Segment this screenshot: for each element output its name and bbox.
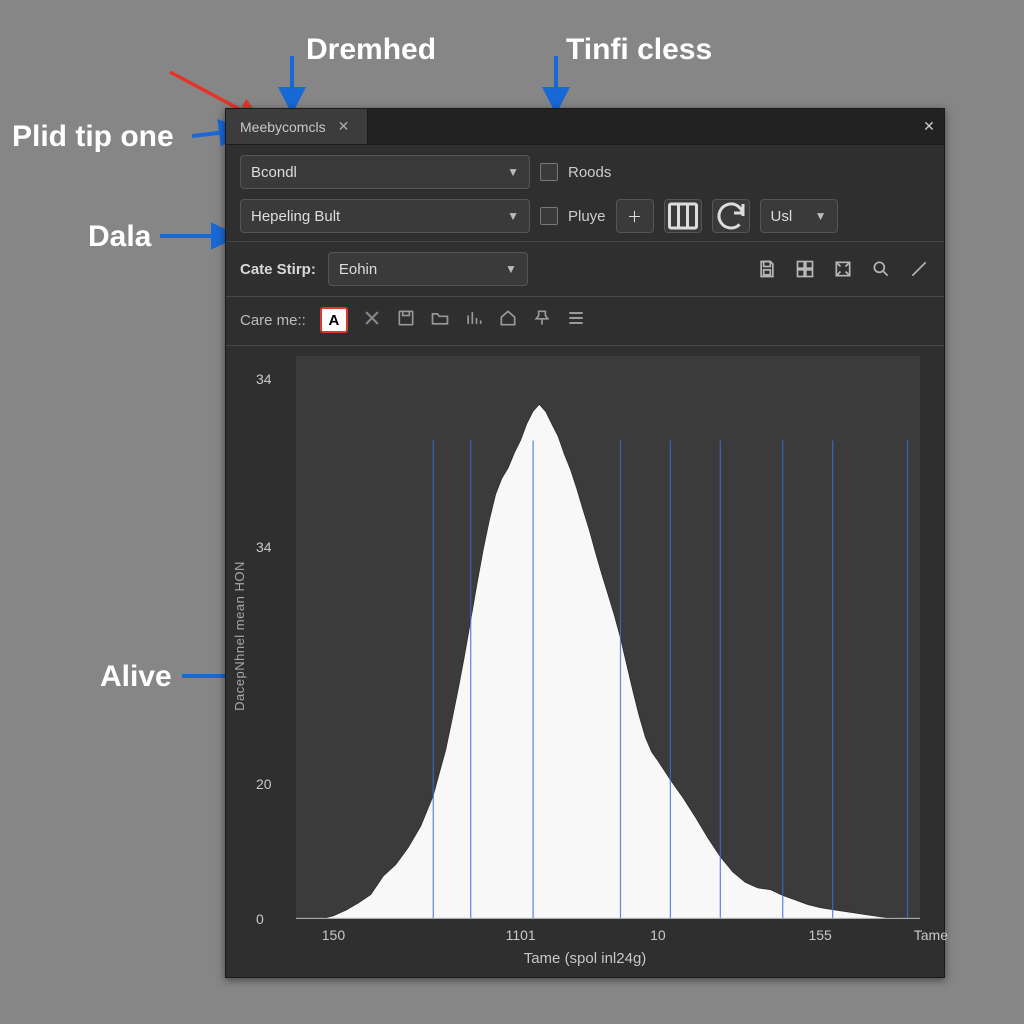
chevron-down-icon: ▼ [815,209,827,223]
search-icon[interactable] [870,258,892,280]
disk-icon[interactable] [396,308,416,333]
select-hepeling[interactable]: Hepeling Bult ▼ [240,199,530,233]
checkbox-pluye-label: Pluye [568,208,606,225]
swatch-a-button[interactable]: A [320,307,348,333]
chart-canvas[interactable] [296,356,920,919]
chevron-down-icon: ▼ [507,165,519,179]
callout-plid: Plid tip one [12,120,174,154]
toolbar-careme: Care me:: A [226,297,944,346]
x-tick: 1101 [506,927,536,943]
label-careme: Care me:: [240,312,306,329]
save-icon[interactable] [756,258,778,280]
chevron-down-icon: ▼ [507,209,519,223]
tab-main[interactable]: Meebycomcls ✕ [226,109,368,144]
toolbar-top: Bcondl ▼ Roods Hepeling Bult ▼ Pluye ＋ U… [226,145,944,242]
select-usl[interactable]: Usl ▼ [760,199,838,233]
tab-label: Meebycomcls [240,119,326,135]
expand-icon[interactable] [832,258,854,280]
select-bcondl-value: Bcondl [251,164,297,181]
home-icon[interactable] [498,308,518,333]
chevron-down-icon: ▼ [505,262,517,276]
add-button[interactable]: ＋ [616,199,654,233]
y-tick: 34 [256,371,272,387]
y-axis-label: DacepNhnel mean HON [232,561,247,711]
label-catestirp: Cate Stirp: [240,261,316,278]
toolbar-catestirp: Cate Stirp: Eohin ▼ [226,242,944,297]
y-tick: 34 [256,539,272,555]
x-tick: 10 [650,927,666,943]
refresh-button[interactable] [712,199,750,233]
list-icon[interactable] [566,308,586,333]
select-usl-value: Usl [771,208,793,225]
checkbox-roods-label: Roods [568,164,611,181]
panel-window: Meebycomcls ✕ ✕ Bcondl ▼ Roods Hepeling … [225,108,945,978]
chart-area: DacepNhnel mean HON 0 20 34 34 150 1101 … [226,346,944,977]
pin-icon[interactable] [532,308,552,333]
y-tick: 0 [256,911,264,927]
checkbox-pluye[interactable] [540,207,558,225]
select-eohin[interactable]: Eohin ▼ [328,252,528,286]
grid-icon[interactable] [794,258,816,280]
callout-tinfi: Tinfi cless [566,33,712,67]
edit-icon[interactable] [908,258,930,280]
tab-close-icon[interactable]: ✕ [338,118,350,135]
folder-icon[interactable] [430,308,450,333]
select-bcondl[interactable]: Bcondl ▼ [240,155,530,189]
callout-dremhed: Dremhed [306,33,436,67]
callout-alive: Alive [100,660,172,694]
columns-button[interactable] [664,199,702,233]
window-close-icon[interactable]: ✕ [914,109,944,144]
select-hepeling-value: Hepeling Bult [251,208,340,225]
y-tick: 20 [256,776,272,792]
bars-icon[interactable] [464,308,484,333]
clear-icon[interactable] [362,308,382,333]
x-tick: 155 [808,927,831,943]
titlebar: Meebycomcls ✕ ✕ [226,109,944,145]
callout-dala: Dala [88,220,151,254]
select-eohin-value: Eohin [339,261,377,278]
x-tick-right: Tame [914,927,948,943]
x-tick: 150 [322,927,345,943]
x-axis-label: Tame (spol inl24g) [524,950,647,967]
checkbox-roods[interactable] [540,163,558,181]
